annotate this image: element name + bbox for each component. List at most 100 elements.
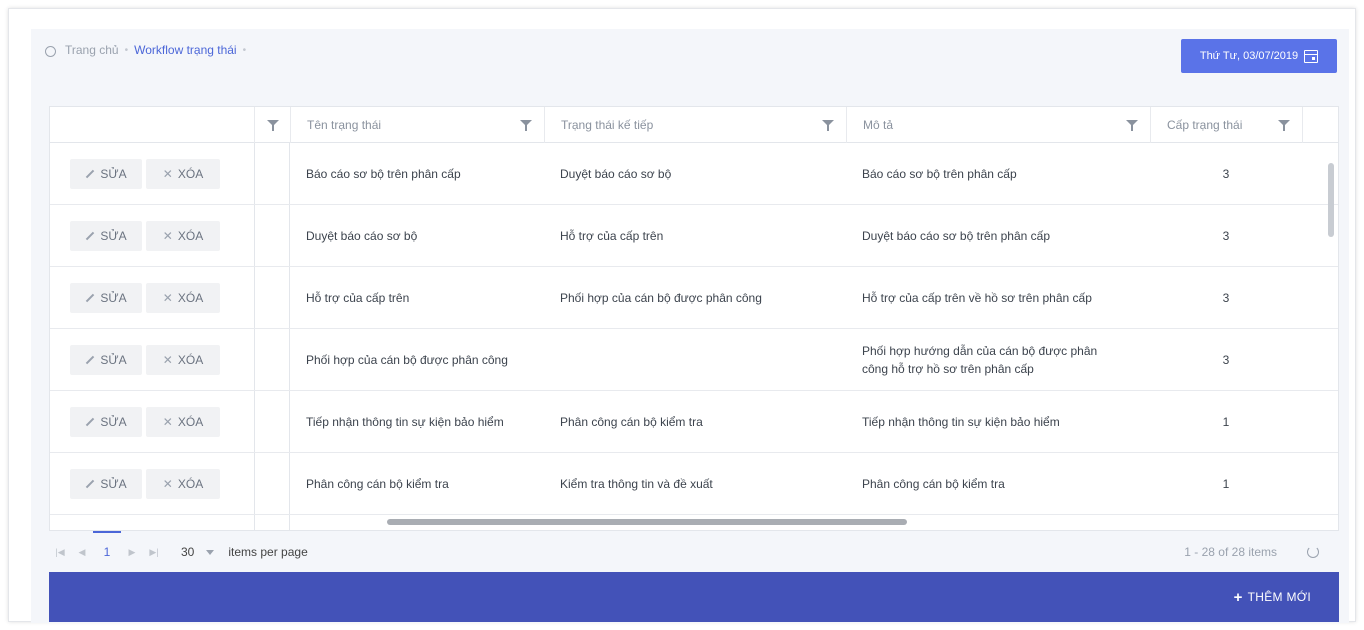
cell-name: Tiếp nhận thông tin sự kiện bảo hiểm <box>306 415 504 429</box>
edit-label: SỬA <box>100 353 127 367</box>
filter-icon[interactable] <box>520 120 532 131</box>
cell-name: Phối hợp của cán bộ được phân công <box>306 353 508 367</box>
cell-name: Hỗ trợ của cấp trên <box>306 291 410 305</box>
cell-level: 3 <box>1222 167 1230 181</box>
close-icon: ✕ <box>162 167 173 181</box>
close-icon: ✕ <box>162 291 173 305</box>
add-new-bar[interactable]: + THÊM MỚI <box>49 572 1339 622</box>
column-header-description[interactable]: Mô tả <box>846 107 1150 143</box>
delete-label: XÓA <box>177 353 204 367</box>
calendar-icon <box>1304 49 1319 63</box>
filter-icon[interactable] <box>822 120 834 131</box>
cell-next-state: Duyệt báo cáo sơ bộ <box>560 167 672 181</box>
column-header-level[interactable]: Cấp trạng thái <box>1150 107 1302 143</box>
window-frame: Trang chủ • Workflow trạng thái • Thứ Tư… <box>8 8 1356 623</box>
delete-button[interactable]: ✕ XÓA <box>146 221 220 251</box>
column-header-overflow <box>1302 107 1338 143</box>
delete-button[interactable]: ✕ XÓA <box>146 469 220 499</box>
edit-label: SỬA <box>100 477 127 491</box>
delete-label: XÓA <box>177 291 204 305</box>
edit-button[interactable]: SỬA <box>70 407 142 437</box>
cell-name: Phân công cán bộ kiểm tra <box>306 477 449 491</box>
column-header-actions <box>50 107 254 143</box>
pager-info: 1 - 28 of 28 items <box>1184 545 1277 559</box>
breadcrumb-separator: • <box>242 44 247 56</box>
cell-level: 1 <box>1222 477 1230 491</box>
edit-button[interactable]: SỬA <box>70 221 142 251</box>
table-row: SỬA ✕ XÓA Báo cáo sơ bộ trên phân cấp Duyệt … <box>50 143 1338 205</box>
table-row: SỬA ✕ XÓA Phối hợp của cán bộ được phân côn… <box>50 329 1338 391</box>
column-header-name[interactable]: Tên trạng thái <box>290 107 544 143</box>
vertical-scrollbar[interactable] <box>1328 163 1334 237</box>
page-size-select[interactable]: 30 <box>181 545 215 559</box>
column-header-label: Tên trạng thái <box>307 118 382 132</box>
column-header-label: Mô tả <box>863 118 894 132</box>
items-per-page-label: items per page <box>228 545 308 559</box>
close-icon: ✕ <box>162 229 173 243</box>
horizontal-scrollbar[interactable] <box>387 519 907 525</box>
cell-name: Duyệt báo cáo sơ bộ <box>306 229 418 243</box>
edit-button[interactable]: SỬA <box>70 159 142 189</box>
prev-page-icon[interactable]: ◀ <box>71 547 93 558</box>
edit-button[interactable]: SỬA <box>70 469 142 499</box>
next-page-icon[interactable]: ▶ <box>121 547 143 558</box>
pager: |◀ ◀ 1 ▶ ▶| 30 items per page 1 - 28 of … <box>49 531 1339 573</box>
column-header-gutter <box>254 107 290 143</box>
date-label: Thứ Tư, 03/07/2019 <box>1199 50 1299 62</box>
cell-description: Phối hợp hướng dẫn của cán bộ được phân … <box>862 344 1098 376</box>
pencil-icon <box>86 479 95 489</box>
cell-description: Báo cáo sơ bộ trên phân cấp <box>862 167 1017 181</box>
table-row: SỬA ✕ XÓA Phân công cán bộ kiểm tra Kiểm tra… <box>50 453 1338 515</box>
filter-icon[interactable] <box>267 120 279 131</box>
cell-description: Hỗ trợ của cấp trên về hồ sơ trên phân c… <box>862 291 1092 305</box>
plus-icon: + <box>1233 588 1243 606</box>
edit-button[interactable]: SỬA <box>70 283 142 313</box>
close-icon: ✕ <box>162 415 173 429</box>
edit-label: SỬA <box>100 229 127 243</box>
edit-label: SỬA <box>100 415 127 429</box>
delete-label: XÓA <box>177 167 204 181</box>
first-page-icon[interactable]: |◀ <box>49 547 71 558</box>
cell-description: Tiếp nhận thông tin sự kiện bảo hiểm <box>862 415 1060 429</box>
page-number[interactable]: 1 <box>93 531 121 573</box>
delete-button[interactable]: ✕ XÓA <box>146 283 220 313</box>
column-header-label: Trạng thái kế tiếp <box>561 118 654 132</box>
cell-next-state: Phối hợp của cán bộ được phân công <box>560 291 762 305</box>
filter-icon[interactable] <box>1126 120 1138 131</box>
edit-label: SỬA <box>100 291 127 305</box>
close-icon: ✕ <box>162 353 173 367</box>
column-header-next-state[interactable]: Trạng thái kế tiếp <box>544 107 846 143</box>
filter-icon[interactable] <box>1278 120 1290 131</box>
delete-button[interactable]: ✕ XÓA <box>146 159 220 189</box>
add-new-button[interactable]: THÊM MỚI <box>1248 590 1311 604</box>
edit-button[interactable]: SỬA <box>70 345 142 375</box>
breadcrumb-home[interactable]: Trang chủ <box>65 43 119 57</box>
delete-button[interactable]: ✕ XÓA <box>146 407 220 437</box>
cell-level: 3 <box>1222 229 1230 243</box>
cell-name: Báo cáo sơ bộ trên phân cấp <box>306 167 461 181</box>
data-grid: Tên trạng thái Trạng thái kế tiếp Mô tả … <box>49 106 1339 531</box>
breadcrumb: Trang chủ • Workflow trạng thái • <box>45 43 246 57</box>
cell-next-state: Hỗ trợ của cấp trên <box>560 229 664 243</box>
cell-description: Duyệt báo cáo sơ bộ trên phân cấp <box>862 229 1050 243</box>
breadcrumb-current[interactable]: Workflow trạng thái <box>134 43 237 57</box>
delete-label: XÓA <box>177 415 204 429</box>
cell-level: 1 <box>1222 415 1230 429</box>
delete-button[interactable]: ✕ XÓA <box>146 345 220 375</box>
cell-level: 3 <box>1222 353 1230 367</box>
chevron-down-icon <box>206 549 215 555</box>
page-content: Trang chủ • Workflow trạng thái • Thứ Tư… <box>31 29 1349 623</box>
pencil-icon <box>86 293 95 303</box>
pencil-icon <box>86 231 95 241</box>
last-page-icon[interactable]: ▶| <box>143 547 165 558</box>
cell-next-state <box>544 329 846 391</box>
pencil-icon <box>86 417 95 427</box>
cell-next-state: Kiểm tra thông tin và đề xuất <box>560 477 713 491</box>
page-size-value: 30 <box>181 545 195 559</box>
date-picker-button[interactable]: Thứ Tư, 03/07/2019 <box>1181 39 1337 73</box>
table-row: SỬA ✕ XÓA Hỗ trợ của cấp trên Phối hợp của c… <box>50 267 1338 329</box>
refresh-icon[interactable] <box>1307 546 1319 558</box>
table-row: SỬA ✕ XÓA Duyệt báo cáo sơ bộ Hỗ trợ của cấp… <box>50 205 1338 267</box>
globe-icon <box>45 45 56 57</box>
close-icon: ✕ <box>162 477 173 491</box>
